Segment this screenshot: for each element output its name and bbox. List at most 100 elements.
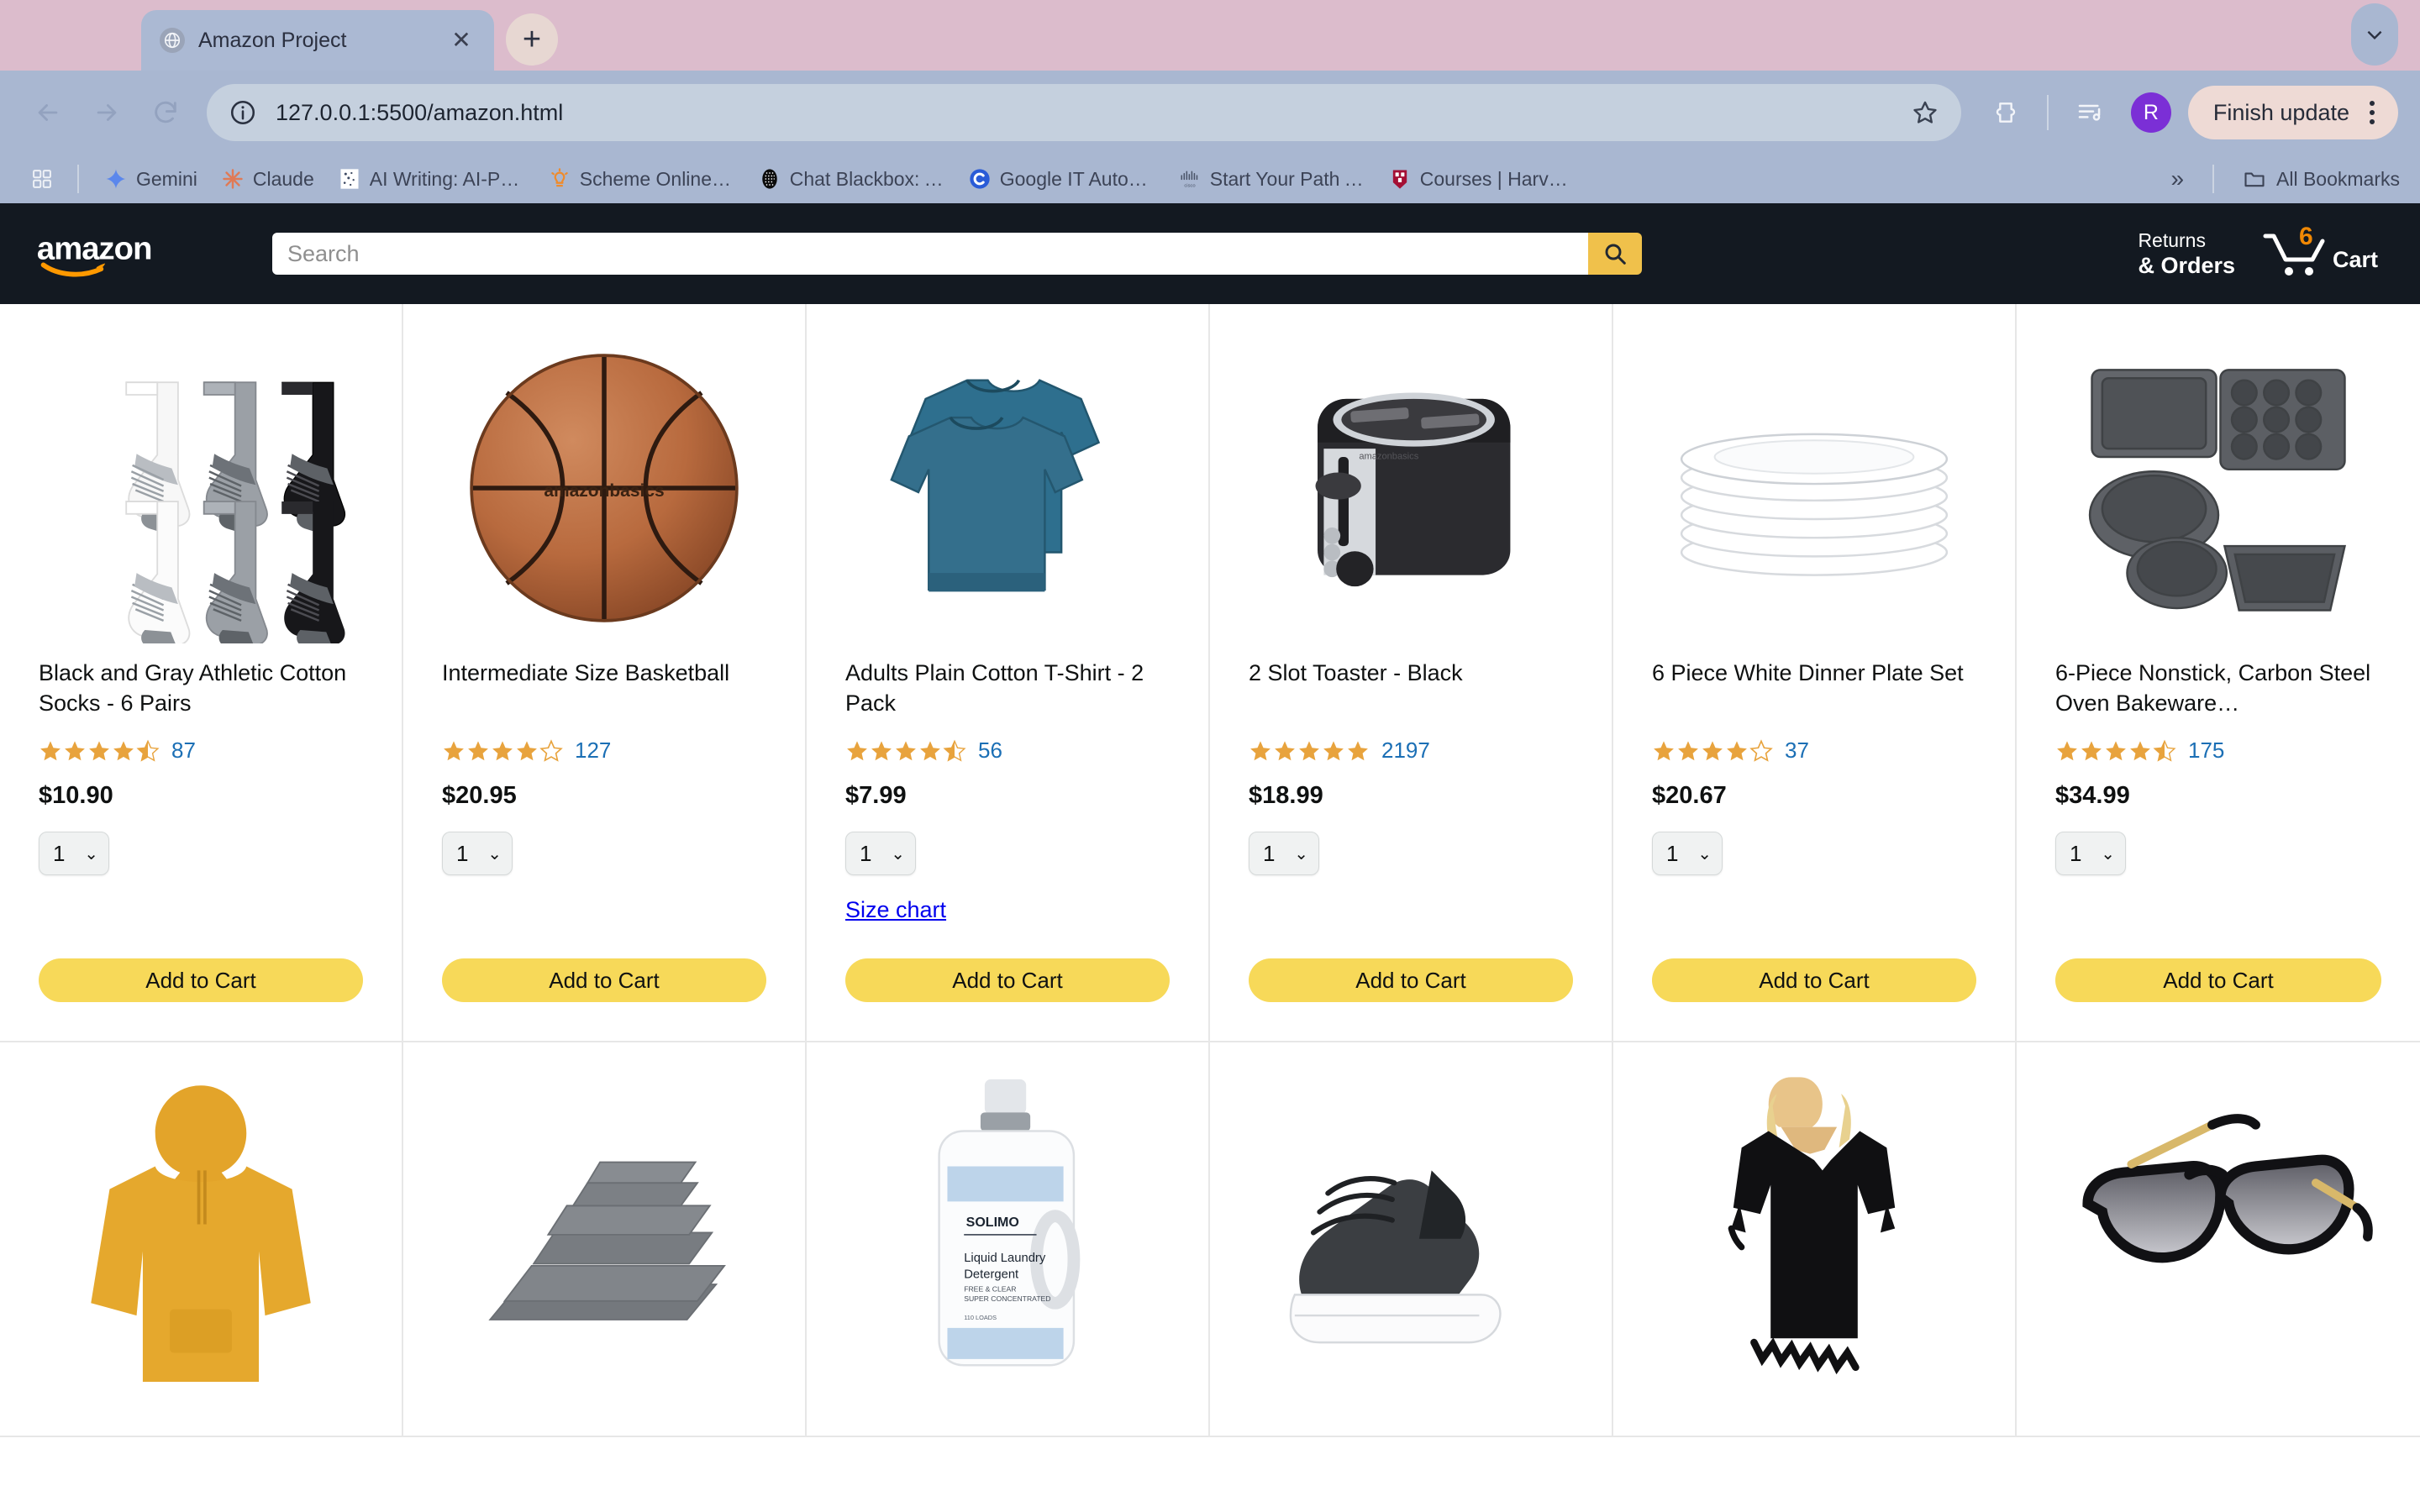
quantity-selector[interactable]: 1 ⌄ — [845, 832, 916, 875]
new-tab-button[interactable]: + — [506, 13, 558, 66]
card-spacer — [39, 875, 363, 958]
apps-grid-icon[interactable] — [20, 167, 64, 191]
product-rating[interactable]: 175 — [2055, 738, 2381, 764]
search-button[interactable] — [1588, 233, 1642, 275]
bookmark-start-your-path[interactable]: cisco Start Your Path As... — [1166, 167, 1376, 191]
browser-tab[interactable]: Amazon Project ✕ — [141, 10, 494, 71]
bookmark-label: AI Writing: AI-Pow... — [369, 167, 524, 190]
search-bar — [272, 233, 1642, 275]
card-spacer — [442, 875, 766, 958]
chevron-down-icon[interactable] — [2351, 3, 2398, 66]
product-rating[interactable]: 2197 — [1249, 738, 1573, 764]
dinner-plates-image — [1652, 333, 1976, 643]
product-card[interactable]: 6-Piece Nonstick, Carbon Steel Oven Bake… — [2017, 304, 2420, 1042]
bookmark-chat-blackbox[interactable]: Chat Blackbox: AI... — [746, 167, 956, 191]
product-card[interactable]: SOLIMO Liquid Laundry Detergent FREE & C… — [807, 1042, 1210, 1437]
shopping-cart-icon: 6 — [2260, 223, 2331, 280]
add-to-cart-button[interactable]: Add to Cart — [1249, 958, 1573, 1002]
rating-count: 56 — [978, 738, 1002, 763]
quantity-selector[interactable]: 1 ⌄ — [39, 832, 109, 875]
quantity-selector[interactable]: 1 ⌄ — [1652, 832, 1723, 875]
reading-list-icon[interactable] — [2065, 88, 2114, 137]
reload-icon[interactable] — [139, 87, 192, 139]
scheme-lightbulb-icon — [548, 167, 571, 191]
product-card[interactable]: amazonbasics 2 Slot Toaster - Black 2197… — [1210, 304, 1613, 1042]
back-arrow-icon[interactable] — [22, 87, 74, 139]
svg-text:cisco: cisco — [1184, 183, 1195, 188]
finish-update-button[interactable]: Finish update — [2187, 86, 2398, 139]
avatar[interactable]: R — [2130, 92, 2171, 133]
product-card[interactable] — [403, 1042, 807, 1437]
address-bar[interactable]: 127.0.0.1:5500/amazon.html — [207, 84, 1961, 141]
bookmarks-divider-right — [2212, 165, 2215, 193]
product-card[interactable]: 6 Piece White Dinner Plate Set 37 $20.67… — [1613, 304, 2017, 1042]
svg-text:110 LOADS: 110 LOADS — [964, 1314, 997, 1321]
claude-asterisk-icon — [221, 167, 245, 191]
amazon-logo[interactable]: amazon — [20, 228, 197, 279]
quantity-value: 1 — [860, 840, 872, 866]
browser-toolbar: 127.0.0.1:5500/amazon.html R Finish upda… — [0, 71, 2420, 155]
returns-and-orders-link[interactable]: Returns & Orders — [2121, 228, 2252, 280]
product-title: Black and Gray Athletic Cotton Socks - 6… — [39, 660, 347, 716]
quantity-selector[interactable]: 1 ⌄ — [2055, 832, 2126, 875]
add-to-cart-button[interactable]: Add to Cart — [442, 958, 766, 1002]
product-rating[interactable]: 56 — [845, 738, 1170, 764]
kebab-menu-icon[interactable] — [2358, 101, 2386, 124]
add-to-cart-button[interactable]: Add to Cart — [845, 958, 1170, 1002]
product-title: 2 Slot Toaster - Black — [1249, 660, 1463, 685]
product-card[interactable] — [1210, 1042, 1613, 1437]
rating-count: 175 — [2188, 738, 2225, 763]
svg-text:Liquid Laundry: Liquid Laundry — [964, 1252, 1046, 1265]
star-rating-icon — [442, 738, 563, 763]
cart-quantity-badge: 6 — [2298, 223, 2313, 250]
quantity-selector[interactable]: 1 ⌄ — [1249, 832, 1319, 875]
add-to-cart-button[interactable]: Add to Cart — [1652, 958, 1976, 1002]
cart-link[interactable]: 6 Cart — [2252, 223, 2378, 280]
bookmarks-overflow-icon[interactable]: » — [2155, 165, 2199, 192]
product-card[interactable]: amazonbasics Intermediate Size Basketbal… — [403, 304, 807, 1042]
add-to-cart-button[interactable]: Add to Cart — [2055, 958, 2381, 1002]
cisco-icon: cisco — [1178, 167, 1202, 191]
product-rating[interactable]: 37 — [1652, 738, 1976, 764]
product-card[interactable] — [0, 1042, 403, 1437]
amazon-header: amazon Returns & Orders 6 Cart — [0, 203, 2420, 304]
bookmark-scheme-editor[interactable]: Scheme Online Edi... — [536, 167, 746, 191]
product-card[interactable]: Adults Plain Cotton T-Shirt - 2 Pack 56 … — [807, 304, 1210, 1042]
rating-count: 2197 — [1381, 738, 1430, 763]
black-cover-up-dress-image — [1652, 1071, 1976, 1382]
product-title: Adults Plain Cotton T-Shirt - 2 Pack — [845, 660, 1144, 716]
bookmark-label: Claude — [252, 167, 314, 190]
returns-line2: & Orders — [2138, 252, 2235, 278]
card-spacer — [1249, 875, 1573, 958]
product-rating[interactable]: 127 — [442, 738, 766, 764]
quantity-selector[interactable]: 1 ⌄ — [442, 832, 513, 875]
bookmark-gemini[interactable]: Gemini — [92, 167, 209, 191]
chevron-down-icon: ⌄ — [1294, 844, 1308, 864]
site-info-icon[interactable] — [229, 98, 257, 127]
forward-arrow-icon[interactable] — [81, 87, 133, 139]
add-to-cart-button[interactable]: Add to Cart — [39, 958, 363, 1002]
quantity-value: 1 — [1666, 840, 1679, 866]
bookmark-courses-harvard[interactable]: Courses | Harvard... — [1376, 167, 1586, 191]
bookmark-claude[interactable]: Claude — [209, 167, 326, 191]
bookmark-label: Courses | Harvard... — [1419, 167, 1575, 190]
product-rating[interactable]: 87 — [39, 738, 363, 764]
star-icon[interactable] — [1911, 98, 1939, 127]
bookmark-label: Start Your Path As... — [1209, 167, 1365, 190]
extensions-icon[interactable] — [1981, 88, 2030, 137]
star-rating-icon — [2055, 739, 2176, 763]
product-card[interactable] — [2017, 1042, 2420, 1437]
toaster-image: amazonbasics — [1249, 333, 1573, 643]
bookmark-ai-writing[interactable]: AI Writing: AI-Pow... — [326, 167, 536, 191]
bookmark-label: Gemini — [136, 167, 197, 190]
product-card[interactable] — [1613, 1042, 2017, 1437]
size-chart-link[interactable]: Size chart — [845, 897, 1170, 923]
all-bookmarks-button[interactable]: All Bookmarks — [2228, 167, 2400, 191]
sunglasses-image — [2055, 1071, 2381, 1382]
product-card[interactable]: Black and Gray Athletic Cotton Socks - 6… — [0, 304, 403, 1042]
ai-writing-icon — [338, 167, 361, 191]
bookmark-google-it-automation[interactable]: Google IT Automat... — [956, 167, 1166, 191]
chevron-down-icon: ⌄ — [2101, 844, 2115, 864]
search-input[interactable] — [272, 233, 1588, 275]
close-icon[interactable]: ✕ — [447, 29, 476, 52]
